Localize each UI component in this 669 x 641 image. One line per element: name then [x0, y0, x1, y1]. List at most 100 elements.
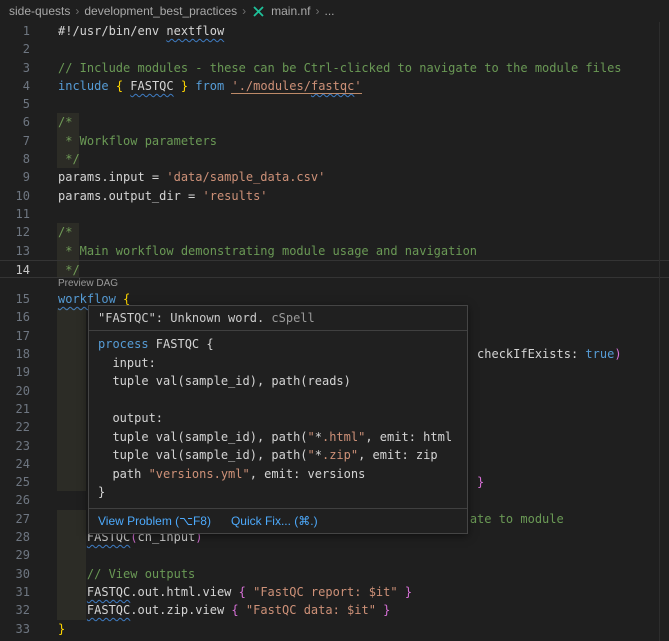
region-highlight	[57, 583, 86, 601]
line-number[interactable]: 32	[0, 601, 30, 619]
code-line[interactable]: 6/*	[0, 113, 669, 131]
code-token: fastqc	[311, 79, 354, 94]
breadcrumb-item-more[interactable]: ...	[325, 4, 335, 18]
code-token: }	[98, 485, 105, 499]
code-line[interactable]: 8 */	[0, 150, 669, 168]
line-number[interactable]: 16	[0, 308, 30, 326]
line-number[interactable]: 27	[0, 510, 30, 528]
chevron-right-icon: ›	[316, 4, 320, 18]
region-highlight	[57, 382, 86, 400]
line-number[interactable]: 3	[0, 59, 30, 77]
breadcrumb-item-development-best-practices[interactable]: development_best_practices	[84, 4, 237, 18]
line-number[interactable]: 11	[0, 205, 30, 223]
breadcrumb-item-side-quests[interactable]: side-quests	[9, 4, 70, 18]
region-highlight	[57, 261, 79, 277]
view-problem-link[interactable]: View Problem (⌥F8)	[98, 514, 211, 528]
code-line[interactable]: 7 * Workflow parameters	[0, 132, 669, 150]
region-highlight	[57, 400, 86, 418]
code-line[interactable]: 30 // View outputs	[0, 565, 669, 583]
quick-fix-link[interactable]: Quick Fix... (⌘.)	[231, 514, 318, 528]
region-highlight	[57, 528, 86, 546]
hover-actions: View Problem (⌥F8) Quick Fix... (⌘.)	[89, 508, 467, 533]
code-token	[398, 585, 405, 599]
code-line[interactable]: 5	[0, 95, 669, 113]
region-highlight	[57, 242, 79, 260]
code-line[interactable]: 3// Include modules - these can be Ctrl-…	[0, 59, 669, 77]
line-number[interactable]: 7	[0, 132, 30, 150]
line-number[interactable]: 15	[0, 290, 30, 308]
code-line[interactable]: 32 FASTQC.out.zip.view { "FastQC data: $…	[0, 601, 669, 619]
code-token	[109, 79, 116, 93]
code-token: .out.html.view	[130, 585, 238, 599]
minimap-divider	[659, 22, 660, 641]
line-number[interactable]: 8	[0, 150, 30, 168]
code-token: checkIfExists:	[477, 347, 585, 361]
hover-code-line: output:	[98, 409, 458, 428]
line-number[interactable]: 20	[0, 382, 30, 400]
line-number[interactable]: 25	[0, 473, 30, 491]
line-number[interactable]: 26	[0, 491, 30, 509]
code-token: FASTQC {	[149, 337, 214, 351]
code-token: , emit: html	[365, 430, 452, 444]
code-token: true	[585, 347, 614, 361]
code-token: {	[239, 585, 246, 599]
code-line[interactable]: 10params.output_dir = 'results'	[0, 187, 669, 205]
line-number[interactable]: 21	[0, 400, 30, 418]
code-token: .zip"	[322, 448, 358, 462]
line-number[interactable]: 28	[0, 528, 30, 546]
code-line[interactable]: 12/*	[0, 223, 669, 241]
code-line[interactable]: 29	[0, 546, 669, 564]
region-highlight	[57, 510, 86, 528]
codelens-preview-dag[interactable]: Preview DAG	[0, 278, 669, 290]
code-line[interactable]: 14 */	[0, 260, 669, 278]
code-line[interactable]: 9params.input = 'data/sample_data.csv'	[0, 168, 669, 186]
line-number[interactable]: 6	[0, 113, 30, 131]
line-number[interactable]: 9	[0, 168, 30, 186]
code-line[interactable]: 31 FASTQC.out.html.view { "FastQC report…	[0, 583, 669, 601]
code-line[interactable]: 4 include { FASTQC } from './modules/fast…	[0, 77, 669, 95]
line-number[interactable]: 10	[0, 187, 30, 205]
line-number[interactable]: 30	[0, 565, 30, 583]
region-highlight	[57, 345, 86, 363]
code-line[interactable]: 2	[0, 40, 669, 58]
code-token: {	[231, 603, 238, 617]
region-highlight	[57, 327, 86, 345]
code-token: {	[116, 79, 123, 93]
line-number[interactable]: 24	[0, 455, 30, 473]
code-line[interactable]: 11	[0, 205, 669, 223]
code-token: tuple val(sample_id), path(reads)	[98, 374, 351, 388]
code-token: include	[58, 79, 109, 93]
code-token: output:	[98, 411, 163, 425]
code-token: ate to module	[470, 512, 564, 526]
code-line[interactable]: 1 #!/usr/bin/env nextflow	[0, 22, 669, 40]
line-number[interactable]: 13	[0, 242, 30, 260]
line-number[interactable]: 12	[0, 223, 30, 241]
code-token: , emit: versions	[250, 467, 366, 481]
line-number[interactable]: 22	[0, 418, 30, 436]
line-number[interactable]: 23	[0, 437, 30, 455]
code-line[interactable]: 13 * Main workflow demonstrating module …	[0, 242, 669, 260]
diagnostic-message: "FASTQC": Unknown word. cSpell	[89, 306, 467, 331]
line-number[interactable]: 17	[0, 327, 30, 345]
code-token: *	[315, 448, 322, 462]
code-token: FASTQC	[87, 603, 130, 617]
code-line[interactable]: 33}	[0, 620, 669, 638]
code-token: FASTQC	[87, 585, 130, 599]
code-line-text: include { FASTQC } from './modules/fastq…	[58, 77, 362, 95]
line-number[interactable]: 14	[0, 261, 30, 277]
line-number[interactable]: 5	[0, 95, 30, 113]
code-line-text: #!/usr/bin/env nextflow	[58, 22, 224, 40]
breadcrumb-item-main-nf[interactable]: main.nf	[271, 4, 310, 18]
chevron-right-icon: ›	[75, 4, 79, 18]
line-number[interactable]: 33	[0, 620, 30, 638]
line-number[interactable]: 2	[0, 40, 30, 58]
code-token: }	[58, 622, 65, 636]
line-number[interactable]: 18	[0, 345, 30, 363]
line-number[interactable]: 1	[0, 22, 30, 40]
line-number[interactable]: 31	[0, 583, 30, 601]
code-token: "	[308, 430, 315, 444]
region-highlight	[57, 546, 86, 564]
line-number[interactable]: 4	[0, 77, 30, 95]
line-number[interactable]: 19	[0, 363, 30, 381]
line-number[interactable]: 29	[0, 546, 30, 564]
